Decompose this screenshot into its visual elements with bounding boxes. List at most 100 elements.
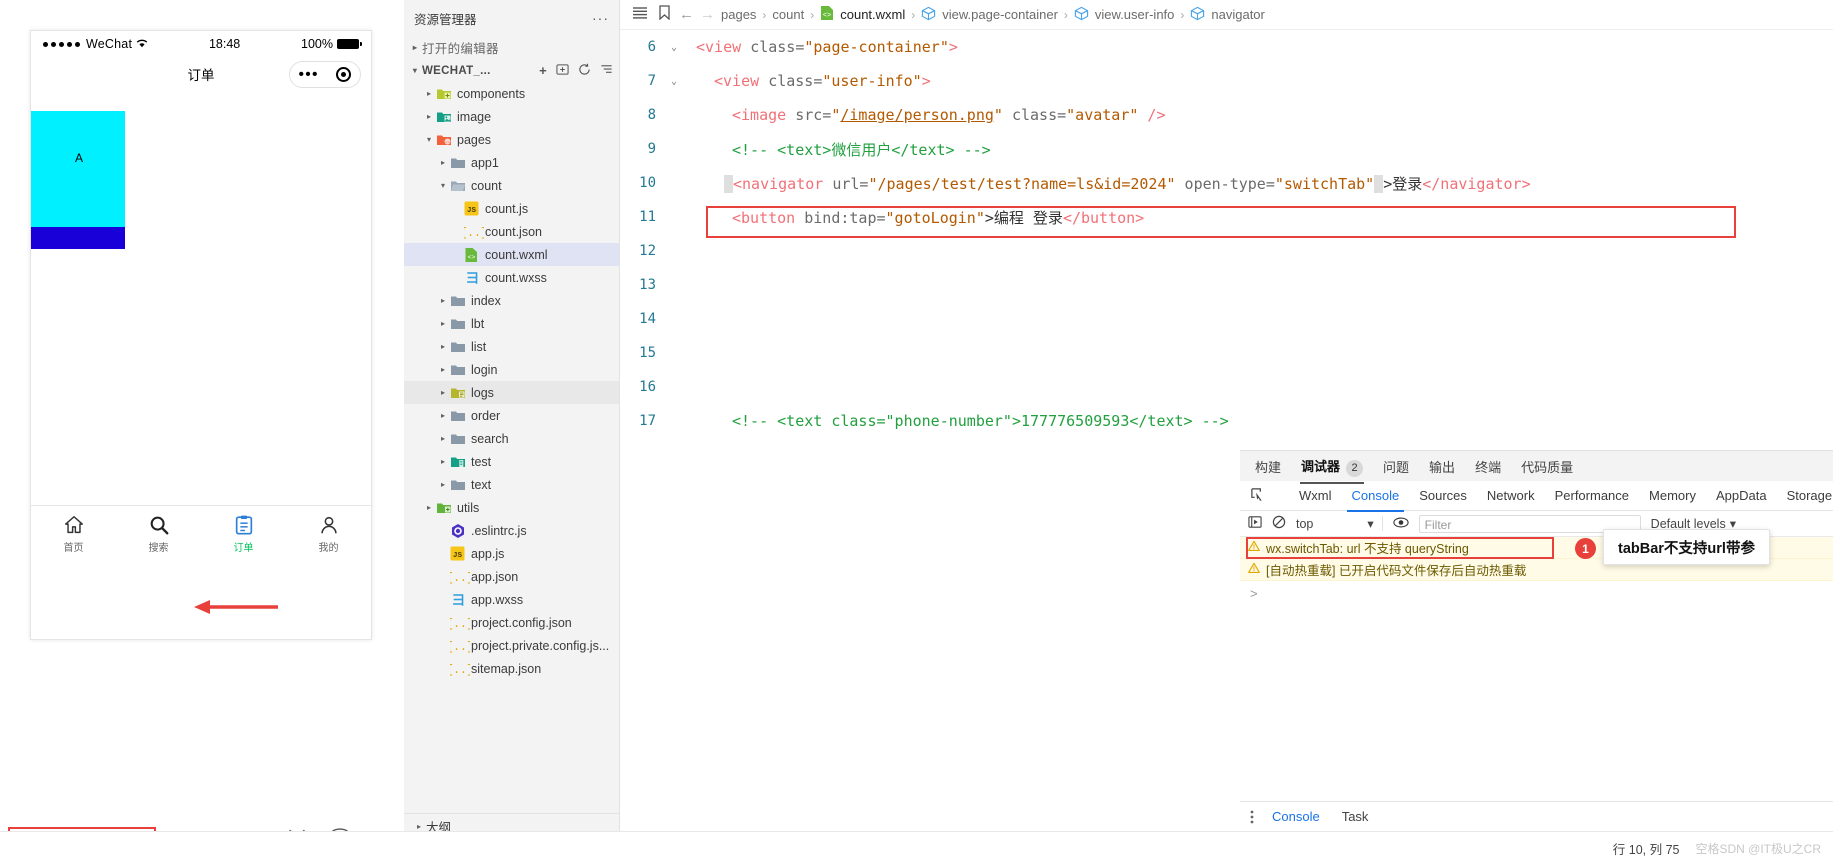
console-prompt[interactable]: > [1240,581,1833,605]
chevron-right-icon[interactable]: ▸ [436,319,450,328]
code-line-11[interactable]: 11 <button bind:tap="gotoLogin">编程 登录</b… [620,200,1833,234]
code-line-16[interactable]: 16 [620,370,1833,404]
tree-folder-image[interactable]: ▸ image [404,105,619,128]
tree-folder-app1[interactable]: ▸ app1 [404,151,619,174]
code-line-8[interactable]: 8 <image src="/image/person.png" class="… [620,98,1833,132]
project-section[interactable]: ▾ WECHAT_... + [404,59,619,82]
panel-tab-network[interactable]: Network [1485,484,1537,507]
tab-output[interactable]: 输出 [1428,453,1456,480]
tab-code-quality[interactable]: 代码质量 [1520,453,1574,480]
tree-folder-lbt[interactable]: ▸ lbt [404,312,619,335]
tree-file--eslintrc-js[interactable]: ▸.eslintrc.js [404,519,619,542]
chevron-down-icon[interactable]: ▾ [436,181,450,190]
breadcrumb-item-count[interactable]: count [772,7,804,22]
console-context-selector[interactable]: top ▾ [1296,516,1383,531]
tree-folder-count[interactable]: ▾ count [404,174,619,197]
cursor-position[interactable]: 行 10, 列 75 [1613,839,1680,858]
editor-scrollbar[interactable] [1823,30,1833,448]
chevron-right-icon[interactable]: ▸ [436,411,450,420]
breadcrumb-item-navigator[interactable]: navigator [1211,7,1264,22]
refresh-icon[interactable] [578,63,591,79]
tree-file-app-wxss[interactable]: ▸彐app.wxss [404,588,619,611]
code-line-12[interactable]: 12 [620,234,1833,268]
drawer-tab-task[interactable]: Task [1338,804,1373,829]
phone-simulator[interactable]: WeChat 18:48 100% 订单 ••• A 首页 搜索 订单 我的 [30,30,372,640]
tree-folder-text[interactable]: ▸ text [404,473,619,496]
drawer-menu-icon[interactable] [1250,809,1254,825]
breadcrumb-item-view-user-info[interactable]: view.user-info [1095,7,1174,22]
inspect-element-icon[interactable] [1250,487,1265,505]
chevron-right-icon[interactable]: ▸ [436,342,450,351]
tree-folder-pages[interactable]: ▾ <> pages [404,128,619,151]
code-editor[interactable]: 6 ⌄ <view class="page-container"> 7 ⌄ <v… [620,30,1833,448]
chevron-right-icon[interactable]: ▸ [436,388,450,397]
code-line-15[interactable]: 15 [620,336,1833,370]
panel-tab-memory[interactable]: Memory [1647,484,1698,507]
tree-folder-index[interactable]: ▸ index [404,289,619,312]
new-folder-icon[interactable] [556,63,569,79]
breadcrumb-item-file[interactable]: count.wxml [840,7,905,22]
tree-folder-test[interactable]: ▸ test [404,450,619,473]
new-file-icon[interactable]: + [539,63,547,78]
breadcrumb-item-pages[interactable]: pages [721,7,756,22]
close-target-icon[interactable] [336,67,352,82]
toggle-sidebar-icon[interactable] [630,6,650,24]
chevron-right-icon[interactable]: ▸ [422,112,436,121]
chevron-right-icon[interactable]: ▸ [436,457,450,466]
console-sidebar-eye-icon[interactable] [1393,517,1409,531]
panel-tab-appdata[interactable]: AppData [1714,484,1769,507]
tree-folder-logs[interactable]: ▸ logs [404,381,619,404]
chevron-right-icon[interactable]: ▸ [412,822,426,831]
panel-tab-console[interactable]: Console [1346,484,1404,512]
collapse-all-icon[interactable] [600,63,613,79]
open-editors-section[interactable]: ▸ 打开的编辑器 [404,36,619,59]
chevron-right-icon[interactable]: ▸ [436,480,450,489]
more-icon[interactable]: ••• [299,67,319,82]
panel-tab-wxml[interactable]: Wxml [1297,484,1334,507]
fold-toggle-icon[interactable]: ⌄ [666,42,682,53]
tree-file-count-js[interactable]: ▸JScount.js [404,197,619,220]
back-arrow-icon[interactable]: ← [679,6,694,23]
code-line-6[interactable]: 6 ⌄ <view class="page-container"> [620,30,1833,64]
tree-file-project-config-json[interactable]: ▸{..}project.config.json [404,611,619,634]
chevron-down-icon[interactable]: ▾ [422,135,436,144]
tree-folder-utils[interactable]: ▸ utils [404,496,619,519]
tabbar-item-search[interactable]: 搜索 [116,506,201,561]
chevron-right-icon[interactable]: ▸ [436,158,450,167]
code-line-7[interactable]: 7 ⌄ <view class="user-info"> [620,64,1833,98]
panel-tab-storage[interactable]: Storage [1785,484,1833,507]
explorer-more-icon[interactable]: ··· [592,10,609,26]
capsule-buttons[interactable]: ••• [289,61,361,88]
chevron-down-icon[interactable]: ▾ [408,66,422,75]
panel-tab-performance[interactable]: Performance [1553,484,1631,507]
simulator-viewport[interactable]: A 首页 搜索 订单 我的 [31,91,371,561]
clear-console-icon[interactable] [1272,515,1286,532]
tree-file-count-wxml[interactable]: ▸<>count.wxml [404,243,619,266]
tree-file-project-private-config-js-[interactable]: ▸{..}project.private.config.js... [404,634,619,657]
tree-file-app-js[interactable]: ▸JSapp.js [404,542,619,565]
chevron-right-icon[interactable]: ▸ [422,89,436,98]
tree-file-count-wxss[interactable]: ▸彐count.wxss [404,266,619,289]
forward-arrow-icon[interactable]: → [700,6,715,23]
tree-file-sitemap-json[interactable]: ▸{..}sitemap.json [404,657,619,680]
tree-folder-login[interactable]: ▸ login [404,358,619,381]
tabbar-item-order[interactable]: 订单 [201,506,286,561]
tab-debugger[interactable]: 调试器 2 [1300,452,1365,484]
chevron-right-icon[interactable]: ▸ [436,434,450,443]
chevron-right-icon[interactable]: ▸ [408,43,422,52]
code-line-13[interactable]: 13 [620,268,1833,302]
code-line-9[interactable]: 9 <!-- <text>微信用户</text> --> [620,132,1833,166]
execute-icon[interactable] [1248,515,1262,532]
chevron-right-icon[interactable]: ▸ [436,296,450,305]
drawer-tab-console[interactable]: Console [1268,804,1324,833]
breadcrumb-item-view-page-container[interactable]: view.page-container [942,7,1058,22]
tree-file-count-json[interactable]: ▸{..}count.json [404,220,619,243]
fold-toggle-icon[interactable]: ⌄ [666,76,682,87]
chevron-right-icon[interactable]: ▸ [422,503,436,512]
tree-folder-list[interactable]: ▸ list [404,335,619,358]
tab-terminal[interactable]: 终端 [1474,453,1502,480]
tree-folder-components[interactable]: ▸ components [404,82,619,105]
code-line-10[interactable]: 10 <navigator url="/pages/test/test?name… [620,166,1833,200]
tab-build[interactable]: 构建 [1254,453,1282,480]
tree-file-app-json[interactable]: ▸{..}app.json [404,565,619,588]
